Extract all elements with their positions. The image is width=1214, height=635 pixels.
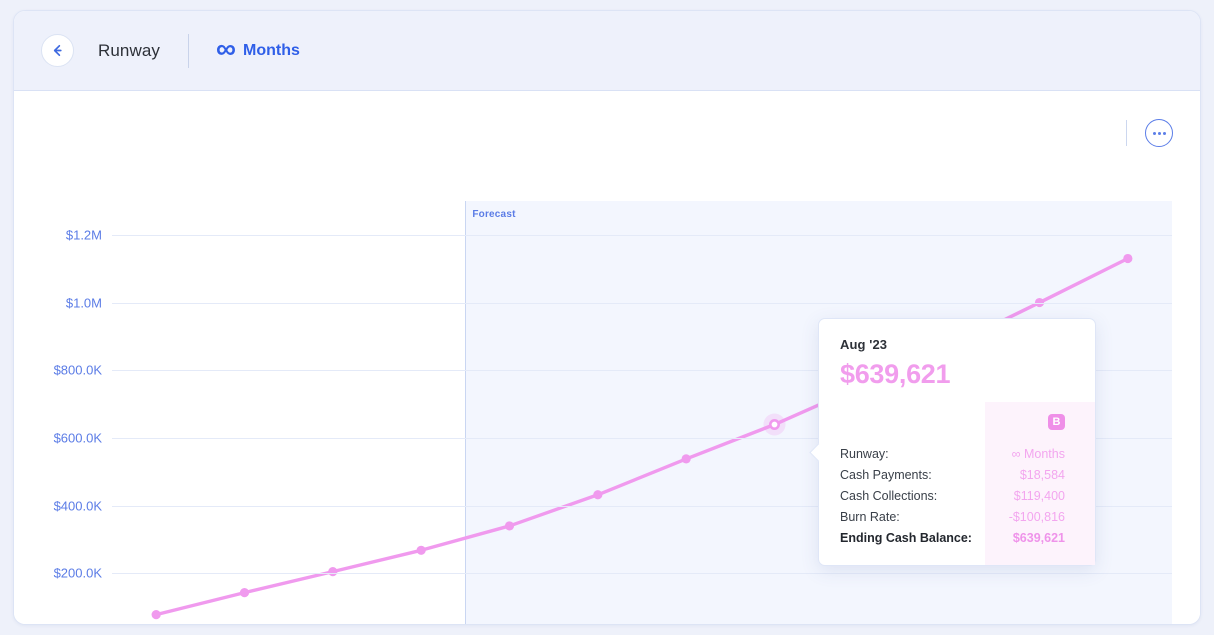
- data-point[interactable]: [505, 521, 514, 530]
- highlighted-data-point[interactable]: [770, 420, 778, 428]
- tooltip-row: Cash Payments: $18,584: [840, 464, 1074, 485]
- chart-tooltip: Aug '23 $639,621 B Runway: ∞ Months Cash P…: [818, 318, 1096, 566]
- infinity-icon: ∞: [216, 35, 235, 63]
- header-divider: [188, 34, 189, 68]
- tooltip-row-value: $119,400: [1014, 489, 1074, 503]
- data-point[interactable]: [1123, 254, 1132, 263]
- tooltip-badge-row: B: [840, 414, 1074, 430]
- y-axis-tick-label: $400.0K: [13, 498, 102, 513]
- page-title: Runway: [98, 41, 160, 61]
- tooltip-row-label: Cash Collections:: [840, 489, 937, 503]
- card-header: Runway ∞ Months: [14, 11, 1200, 91]
- data-point[interactable]: [328, 567, 337, 576]
- data-point[interactable]: [593, 490, 602, 499]
- tooltip-detail-table: B Runway:∞ MonthsCash Payments:$18,584Ca…: [840, 414, 1074, 548]
- tooltip-row-value: $639,621: [1013, 531, 1074, 545]
- metric-selector[interactable]: ∞ Months: [216, 37, 300, 65]
- y-axis-tick-label: $1.0M: [13, 295, 102, 310]
- data-point[interactable]: [240, 588, 249, 597]
- tooltip-row-value: $18,584: [1020, 468, 1074, 482]
- tooltip-rows: Runway:∞ MonthsCash Payments:$18,584Cash…: [840, 443, 1074, 548]
- tooltip-row: Burn Rate: -$100,816: [840, 506, 1074, 527]
- y-axis-tick-label: $800.0K: [13, 363, 102, 378]
- chart-gridline: [112, 573, 1172, 574]
- tooltip-row-value: -$100,816: [1009, 510, 1074, 524]
- y-axis-tick-label: $200.0K: [13, 566, 102, 581]
- tooltip-value: $639,621: [840, 359, 1074, 390]
- chart-gridline: [112, 303, 1172, 304]
- chart-gridline: [112, 235, 1172, 236]
- runway-card: Runway ∞ Months Forecast: [13, 10, 1201, 625]
- scenario-badge: B: [1048, 414, 1065, 430]
- tooltip-row-value: ∞ Months: [1012, 447, 1074, 461]
- tooltip-row-label: Burn Rate:: [840, 510, 900, 524]
- back-button[interactable]: [41, 34, 74, 67]
- card-body: Forecast $0.0$200.0K$400.0K$600.0K$800.0…: [14, 91, 1200, 624]
- data-point[interactable]: [682, 454, 691, 463]
- tooltip-row: Cash Collections: $119,400: [840, 485, 1074, 506]
- tooltip-row-label: Cash Payments:: [840, 468, 932, 482]
- data-point[interactable]: [417, 546, 426, 555]
- arrow-left-icon: [50, 43, 65, 58]
- tooltip-date: Aug '23: [840, 337, 1074, 352]
- y-axis-tick-label: $600.0K: [13, 430, 102, 445]
- data-point[interactable]: [152, 610, 161, 619]
- tooltip-row-label: Ending Cash Balance:: [840, 531, 972, 545]
- tooltip-row: Runway: ∞ Months: [840, 443, 1074, 464]
- y-axis-tick-label: $1.2M: [13, 227, 102, 242]
- tooltip-row: Ending Cash Balance: $639,621: [840, 527, 1074, 548]
- app-root: Runway ∞ Months Forecast: [0, 0, 1214, 635]
- metric-label: Months: [243, 42, 300, 60]
- tooltip-row-label: Runway:: [840, 447, 889, 461]
